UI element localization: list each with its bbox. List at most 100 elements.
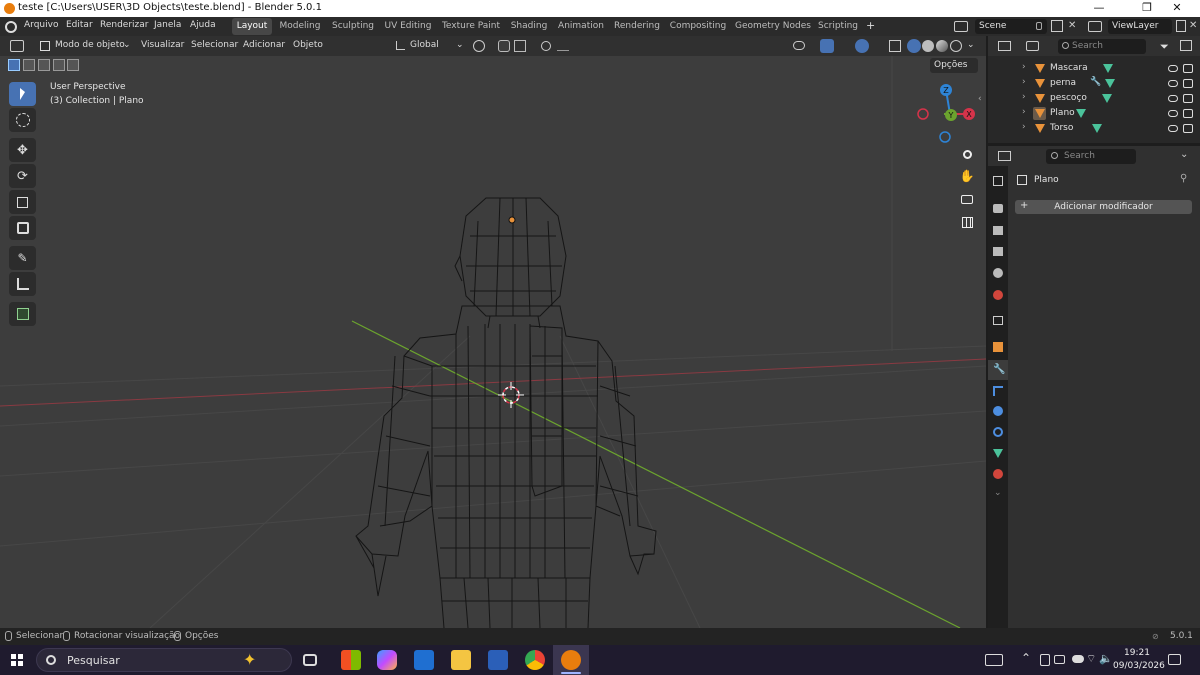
visibility-eye-icon[interactable]: [1168, 125, 1178, 132]
outliner-item-label[interactable]: Mascara: [1050, 63, 1088, 73]
tray-camera-icon[interactable]: [1054, 655, 1065, 664]
tool-rotate[interactable]: ⟳: [9, 164, 36, 188]
viewlayer-selector[interactable]: ViewLayer: [1108, 19, 1172, 34]
tab-compositing[interactable]: Compositing: [668, 18, 728, 35]
particles-tab-icon[interactable]: [993, 386, 1003, 396]
3d-viewport[interactable]: Modo de objeto ⌄ Visualizar Selecionar A…: [0, 36, 986, 628]
outliner-row-torso[interactable]: › Torso: [988, 121, 1200, 136]
select-mode-subtract-icon[interactable]: [38, 59, 50, 71]
select-mode-invert-icon[interactable]: [53, 59, 65, 71]
expand-chevron-icon[interactable]: ›: [1022, 62, 1026, 72]
shading-wireframe-icon[interactable]: [907, 39, 921, 53]
new-scene-icon[interactable]: [1051, 20, 1063, 32]
outliner-row-plano[interactable]: › Plano: [988, 106, 1200, 121]
navigation-gizmo[interactable]: Z X Y: [912, 82, 976, 146]
tray-wifi-icon[interactable]: ⌔: [1086, 652, 1096, 666]
tab-rendering[interactable]: Rendering: [612, 18, 662, 35]
pin-icon[interactable]: [1036, 22, 1042, 30]
falloff-icon[interactable]: [557, 41, 569, 51]
add-modifier-button[interactable]: + Adicionar modificador: [1015, 200, 1192, 214]
tray-volume-icon[interactable]: 🔈: [1099, 652, 1113, 665]
menu-renderizar[interactable]: Renderizar: [100, 20, 148, 30]
copilot-app-icon[interactable]: [377, 650, 397, 670]
properties-editor-type-icon[interactable]: [998, 151, 1011, 161]
filter-icon[interactable]: ⏷: [1160, 40, 1169, 54]
scene-icon[interactable]: [954, 21, 968, 32]
select-mode-intersect-icon[interactable]: [67, 59, 79, 71]
outliner-item-label[interactable]: Torso: [1050, 123, 1073, 133]
tool-cursor[interactable]: [9, 108, 36, 132]
outliner-item-label[interactable]: Plano: [1050, 108, 1075, 118]
outlook-icon[interactable]: [414, 650, 434, 670]
tool-measure[interactable]: [9, 272, 36, 296]
properties-options-chevron-icon[interactable]: ⌄: [1180, 149, 1188, 160]
render-camera-icon[interactable]: [1183, 124, 1193, 133]
add-workspace-button[interactable]: +: [866, 19, 875, 32]
new-collection-icon[interactable]: [1180, 40, 1192, 51]
overlays-toggle-icon[interactable]: [855, 39, 869, 53]
tab-uv-editing[interactable]: UV Editing: [383, 18, 433, 35]
new-viewlayer-icon[interactable]: [1176, 20, 1186, 32]
select-mode-new-icon[interactable]: [8, 59, 20, 71]
menu-editar[interactable]: Editar: [66, 20, 93, 30]
data-tab-icon[interactable]: [993, 449, 1003, 458]
file-explorer-icon[interactable]: [451, 650, 471, 670]
taskbar-search-box[interactable]: Pesquisar ✦: [36, 648, 292, 672]
pin-icon[interactable]: ⚲: [1180, 173, 1187, 184]
outliner-item-label[interactable]: perna: [1050, 78, 1076, 88]
render-camera-icon[interactable]: [1183, 79, 1193, 88]
proportional-edit-icon[interactable]: [541, 41, 551, 51]
snap-target-icon[interactable]: [514, 40, 526, 52]
gizmo-toggle-icon[interactable]: [820, 39, 834, 53]
tab-sculpting[interactable]: Sculpting: [330, 18, 376, 35]
taskbar-clock-date[interactable]: 09/03/2026: [1113, 661, 1165, 671]
minimize-button[interactable]: —: [1076, 1, 1122, 16]
xray-toggle-icon[interactable]: [889, 40, 901, 52]
menu-janela[interactable]: Janela: [154, 20, 181, 30]
properties-search-input[interactable]: Search: [1046, 149, 1136, 164]
camera-view-button[interactable]: [957, 189, 977, 209]
scene-tab-icon[interactable]: [993, 268, 1003, 278]
material-tab-icon[interactable]: [993, 469, 1003, 479]
outliner-row-pescoco[interactable]: › pescoço: [988, 91, 1200, 106]
tab-layout[interactable]: Layout: [232, 18, 272, 35]
collection-tab-icon[interactable]: [993, 316, 1003, 325]
visibility-eye-icon[interactable]: [1168, 80, 1178, 87]
tool-scale[interactable]: [9, 190, 36, 214]
physics-tab-icon[interactable]: [993, 406, 1003, 416]
tool-transform[interactable]: [9, 216, 36, 240]
zoom-button[interactable]: [957, 144, 977, 164]
view-layer-tab-icon[interactable]: [993, 247, 1003, 256]
menu-arquivo[interactable]: Arquivo: [24, 20, 58, 30]
task-view-icon[interactable]: [303, 654, 317, 666]
tab-animation[interactable]: Animation: [556, 18, 606, 35]
menu-ajuda[interactable]: Ajuda: [190, 20, 216, 30]
expand-chevron-icon[interactable]: ›: [1022, 92, 1026, 102]
tab-geometry-nodes[interactable]: Geometry Nodes: [735, 18, 811, 35]
taskbar-clock-time[interactable]: 19:21: [1124, 648, 1150, 658]
output-tab-icon[interactable]: [993, 226, 1003, 235]
object-tab-icon[interactable]: [993, 342, 1003, 352]
transform-orientation-selector[interactable]: Global: [410, 40, 439, 50]
outliner-search-input[interactable]: Search: [1058, 39, 1146, 54]
outliner-editor-type-icon[interactable]: [998, 41, 1011, 51]
shading-rendered-icon[interactable]: [950, 40, 962, 52]
sidebar-toggle-chevron-icon[interactable]: ‹: [978, 94, 982, 104]
render-tab-icon[interactable]: [993, 204, 1003, 213]
more-tabs-chevron-icon[interactable]: ⌄: [994, 488, 1002, 498]
outliner-row-perna[interactable]: › perna 🔧: [988, 76, 1200, 91]
render-camera-icon[interactable]: [1183, 64, 1193, 73]
editor-type-icon[interactable]: [10, 40, 24, 52]
outliner-item-label[interactable]: pescoço: [1050, 93, 1087, 103]
pivot-icon[interactable]: [473, 40, 485, 52]
visibility-icon[interactable]: [793, 41, 805, 50]
tab-modeling[interactable]: Modeling: [277, 18, 323, 35]
options-dropdown[interactable]: Opções: [930, 58, 978, 73]
shading-chevron-down-icon[interactable]: ⌄: [967, 40, 975, 50]
tray-app-icon[interactable]: [1040, 654, 1050, 666]
tool-tab-icon[interactable]: [993, 176, 1003, 186]
notifications-icon[interactable]: [1168, 654, 1181, 665]
visibility-eye-icon[interactable]: [1168, 110, 1178, 117]
tray-cloud-icon[interactable]: [1072, 655, 1084, 663]
outliner-row-mascara[interactable]: › Mascara: [988, 61, 1200, 76]
